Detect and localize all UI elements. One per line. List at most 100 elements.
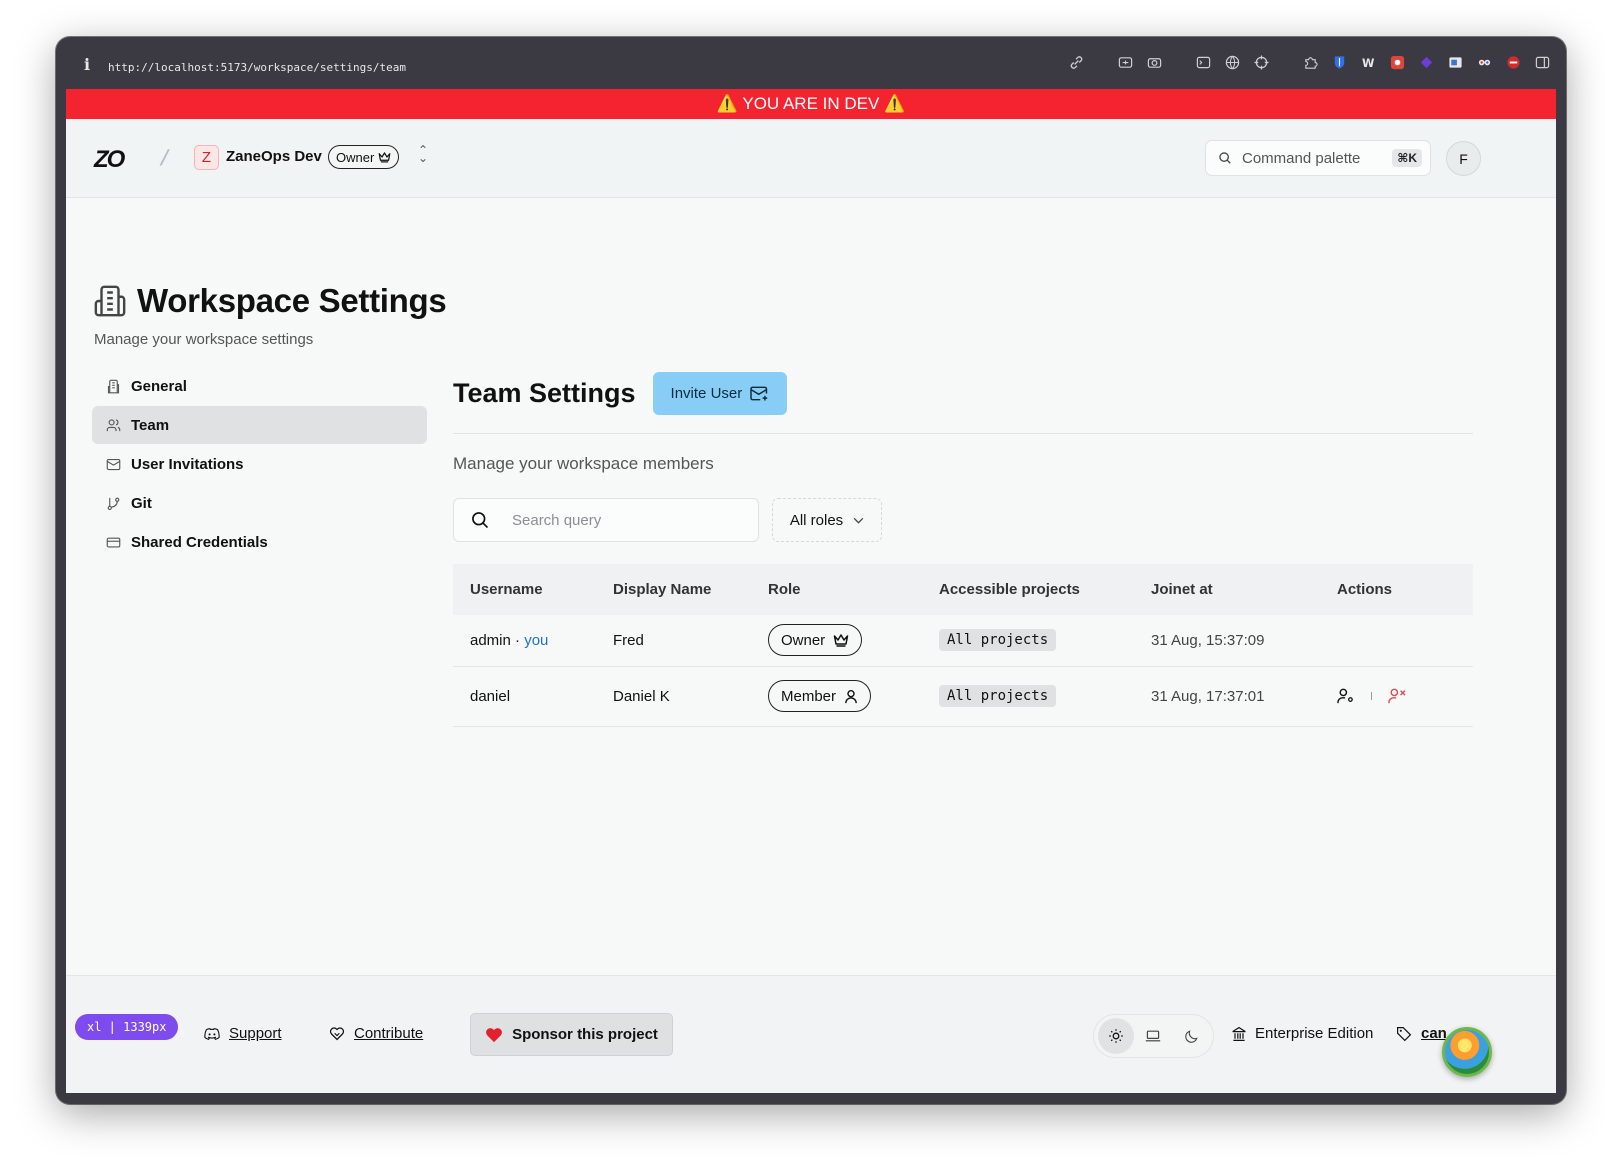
table-row: admin · you Fred Owner All projects 31 A… xyxy=(453,615,1473,667)
search-icon xyxy=(1219,152,1231,164)
crown-icon xyxy=(833,634,849,647)
column-header: Accessible projects xyxy=(939,581,1080,598)
breakpoint-badge: xl | 1339px xyxy=(75,1014,179,1040)
page-title: Workspace Settings xyxy=(137,282,447,319)
version-label: can xyxy=(1421,1025,1447,1042)
member-filters: Search query All roles xyxy=(453,498,1473,542)
extension-w-icon[interactable]: W xyxy=(1361,55,1376,70)
version-link[interactable]: can xyxy=(1396,1025,1447,1042)
column-header: Joinet at xyxy=(1151,581,1213,598)
projects-cell: All projects xyxy=(922,666,1134,727)
invite-user-button[interactable]: Invite User xyxy=(652,371,788,415)
edition-label: Enterprise Edition xyxy=(1231,1025,1373,1042)
role-badge: Owner xyxy=(768,624,863,657)
discord-icon xyxy=(204,1027,220,1040)
search-placeholder: Search query xyxy=(512,511,602,529)
role-label: Member xyxy=(781,687,837,705)
dev-banner-text: ⚠️ YOU ARE IN DEV ⚠️ xyxy=(716,94,906,113)
edition-text: Enterprise Edition xyxy=(1255,1025,1374,1042)
workspace-switcher-icon[interactable]: ⌃ ⌄ xyxy=(418,144,428,164)
handshake-heart-icon xyxy=(329,1026,345,1040)
workspace-role-label: Owner xyxy=(336,149,375,165)
devtools-toggle-icon[interactable] xyxy=(1442,1027,1492,1077)
role-label: Owner xyxy=(781,631,826,649)
extension-red-icon[interactable] xyxy=(1390,55,1405,70)
sidebar-item-general[interactable]: General xyxy=(92,367,427,405)
you-separator: · xyxy=(510,631,525,649)
team-header: Team Settings Invite User xyxy=(453,371,1473,415)
column-header: Actions xyxy=(1337,581,1393,598)
username: admin xyxy=(470,631,511,649)
support-label: Support xyxy=(229,1025,282,1042)
divider xyxy=(453,433,1473,434)
joined-date: 31 Aug, 15:37:09 xyxy=(1134,615,1320,667)
user-avatar[interactable]: F xyxy=(1446,141,1481,176)
column-header: Role xyxy=(768,581,801,598)
dark-theme-button[interactable] xyxy=(1173,1018,1209,1054)
globe-icon[interactable] xyxy=(1225,55,1240,70)
browser-extensions: W xyxy=(1069,55,1550,70)
username: daniel xyxy=(470,687,511,705)
sidebar-item-user-invitations[interactable]: User Invitations xyxy=(92,445,427,483)
team-subtitle: Manage your workspace members xyxy=(453,454,714,473)
remove-user-icon[interactable] xyxy=(1388,688,1406,704)
role-filter-select[interactable]: All roles xyxy=(772,498,882,542)
screenshot-icon[interactable] xyxy=(1118,55,1133,70)
support-link[interactable]: Support xyxy=(204,1025,282,1042)
search-icon xyxy=(472,512,489,529)
command-palette-button[interactable]: Command palette ⌘K xyxy=(1205,140,1431,176)
row-actions xyxy=(1337,688,1473,704)
display-name: Fred xyxy=(596,615,751,667)
extension-window-icon[interactable] xyxy=(1448,55,1463,70)
sun-icon xyxy=(1109,1029,1123,1043)
link-icon[interactable] xyxy=(1069,55,1084,70)
page-footer: xl | 1339px Support Contribute Sponsor t… xyxy=(66,975,1556,1093)
mail-plus-icon xyxy=(750,386,768,400)
address-bar[interactable]: http://localhost:5173/workspace/settings… xyxy=(108,61,406,74)
members-table: Username Display Name Role Accessible pr… xyxy=(453,564,1473,727)
extension-purple-icon[interactable] xyxy=(1419,55,1434,70)
workspace-name[interactable]: ZaneOps Dev xyxy=(226,148,322,165)
sidebar-item-team[interactable]: Team xyxy=(92,406,427,444)
user-cog-icon[interactable] xyxy=(1337,688,1355,704)
crosshair-icon[interactable] xyxy=(1254,55,1269,70)
projects-cell: All projects xyxy=(922,615,1134,667)
site-info-icon[interactable]: i xyxy=(84,55,90,74)
role-badge: Member xyxy=(768,680,872,712)
command-palette-label: Command palette xyxy=(1242,149,1361,167)
moon-icon xyxy=(1184,1029,1198,1043)
table-header-row: Username Display Name Role Accessible pr… xyxy=(453,564,1473,615)
building-icon xyxy=(94,285,126,317)
sidebar-item-git[interactable]: Git xyxy=(92,484,427,522)
zaneops-logo[interactable]: ZO xyxy=(94,146,125,174)
page-header: Workspace Settings xyxy=(93,282,447,320)
role-filter-value: All roles xyxy=(789,511,844,529)
chevron-down-icon xyxy=(853,517,864,524)
sponsor-button[interactable]: Sponsor this project xyxy=(470,1013,673,1056)
sidebar-item-label: Team xyxy=(131,416,170,434)
terminal-icon[interactable] xyxy=(1196,55,1211,70)
projects-tag: All projects xyxy=(939,629,1057,652)
light-theme-button[interactable] xyxy=(1097,1018,1134,1054)
sidebar-item-label: Shared Credentials xyxy=(131,533,268,551)
extension-block-icon[interactable] xyxy=(1506,55,1521,70)
sidebar-toggle-icon[interactable] xyxy=(1535,55,1550,70)
column-header: Username xyxy=(470,581,543,598)
extension-puzzle-icon[interactable] xyxy=(1303,55,1318,70)
invite-user-label: Invite User xyxy=(670,384,743,402)
settings-sidebar: General Team User Invitations Git Shared… xyxy=(92,367,427,562)
breadcrumb-separator: / xyxy=(158,144,171,173)
sidebar-item-shared-credentials[interactable]: Shared Credentials xyxy=(92,523,427,561)
mail-icon xyxy=(106,458,121,470)
tag-icon xyxy=(1397,1026,1412,1041)
extension-eyes-icon[interactable] xyxy=(1477,55,1492,70)
app-header: ZO / Z ZaneOps Dev Owner ⌃ ⌄ Command pale… xyxy=(66,119,1556,198)
system-theme-button[interactable] xyxy=(1135,1018,1171,1054)
camera-icon[interactable] xyxy=(1147,55,1162,70)
search-input[interactable]: Search query xyxy=(453,498,759,542)
bitwarden-icon[interactable] xyxy=(1332,55,1347,70)
sidebar-item-label: Git xyxy=(131,494,152,512)
credit-card-icon xyxy=(106,537,121,547)
contribute-link[interactable]: Contribute xyxy=(329,1025,423,1042)
app-page: ⚠️ YOU ARE IN DEV ⚠️ ZO / Z ZaneOps Dev … xyxy=(66,89,1556,1093)
